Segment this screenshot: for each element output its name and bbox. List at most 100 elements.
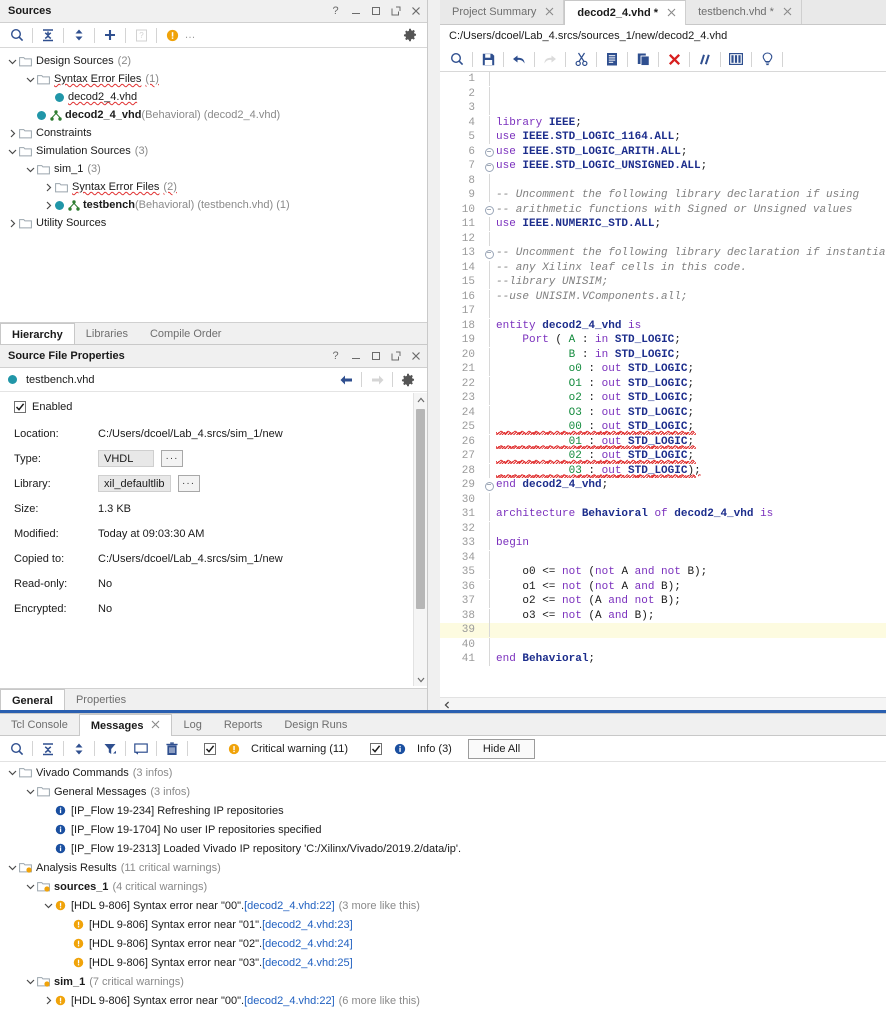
messages-tab[interactable]: Design Runs [273, 714, 358, 735]
code-line[interactable]: -- Uncomment the following library decla… [496, 246, 886, 261]
code-line[interactable]: --library UNISIM; [496, 275, 886, 290]
sources-tree-item[interactable]: sim_1 (3) [0, 160, 427, 178]
twisty-expanded-icon[interactable] [24, 881, 37, 893]
twisty-collapsed-icon[interactable] [42, 199, 55, 211]
code-line[interactable]: 02 : out STD_LOGIC; [496, 449, 886, 464]
code-line[interactable]: o1 <= not (not A and B); [496, 580, 886, 595]
twisty-expanded-icon[interactable] [24, 786, 37, 798]
twisty-expanded-icon[interactable] [24, 163, 37, 175]
editor-tab[interactable]: testbench.vhd * [686, 0, 802, 24]
twisty-collapsed-icon[interactable] [42, 995, 55, 1007]
message-row[interactable]: [IP_Flow 19-234] Refreshing IP repositor… [0, 801, 886, 820]
sources-tree-item[interactable]: Syntax Error Files (1) [0, 70, 427, 88]
property-value-field[interactable]: VHDL [98, 450, 154, 467]
enabled-row[interactable]: Enabled [0, 393, 413, 421]
code-line[interactable] [496, 87, 886, 102]
message-row[interactable]: [IP_Flow 19-2313] Loaded Vivado IP repos… [0, 839, 886, 858]
code-line[interactable] [496, 72, 886, 87]
twisty-collapsed-icon[interactable] [42, 181, 55, 193]
code-area[interactable]: 1 2 3 4 5 6 7 8 9 10 11 12 13 14 15 16 17 18 19 20 21 22 23 24 2… [440, 72, 886, 690]
code-line[interactable] [496, 101, 886, 116]
enabled-checkbox[interactable] [14, 401, 26, 413]
editor-hscrollbar[interactable] [440, 697, 886, 710]
code-line[interactable]: -- arithmetic functions with Signed or U… [496, 203, 886, 218]
minimize-icon[interactable] [350, 351, 361, 362]
code-line[interactable]: o0 : out STD_LOGIC; [496, 362, 886, 377]
scroll-down-arrow-icon[interactable] [414, 673, 427, 686]
hide-all-button[interactable]: Hide All [467, 738, 536, 759]
message-row[interactable]: [HDL 9-806] Syntax error near "00". [dec… [0, 991, 886, 1010]
fold-marker[interactable]: − [482, 478, 496, 493]
messages-tree[interactable]: Vivado Commands (3 infos) General Messages… [0, 763, 886, 1024]
code-line[interactable]: use IEEE.STD_LOGIC_UNSIGNED.ALL; [496, 159, 886, 174]
code-line[interactable]: o3 <= not (A and B); [496, 609, 886, 624]
info-checkbox[interactable] [370, 742, 382, 755]
filter-info[interactable]: Info (3) [370, 742, 452, 755]
minimize-icon[interactable] [350, 6, 361, 17]
columns-icon[interactable] [725, 49, 747, 70]
message-file-link[interactable]: [decod2_4.vhd:22] [244, 900, 335, 912]
fold-marker[interactable]: − [482, 145, 496, 160]
more-icon[interactable]: … [183, 25, 197, 46]
back-arrow-icon[interactable] [335, 369, 357, 390]
scroll-thumb[interactable] [416, 409, 425, 609]
maximize-icon[interactable] [370, 6, 381, 17]
fold-toggle-icon[interactable]: − [484, 148, 494, 157]
message-row[interactable]: [IP_Flow 19-1704] No user IP repositorie… [0, 820, 886, 839]
code-line[interactable]: Port ( A : in STD_LOGIC; [496, 333, 886, 348]
close-icon[interactable] [410, 351, 421, 362]
twisty-expanded-icon[interactable] [24, 976, 37, 988]
messages-tab[interactable]: Messages [78, 714, 173, 736]
wrap-icon[interactable] [130, 738, 152, 759]
code-line[interactable] [496, 638, 886, 653]
code-line[interactable]: o2 <= not (A and not B); [496, 594, 886, 609]
fold-marker[interactable]: − [482, 203, 496, 218]
twisty-expanded-icon[interactable] [6, 862, 19, 874]
comment-icon[interactable] [694, 49, 716, 70]
property-value-field[interactable]: xil_defaultlib [98, 475, 171, 492]
message-row[interactable]: sim_1 (7 critical warnings) [0, 972, 886, 991]
fold-marker[interactable]: − [482, 159, 496, 174]
fold-toggle-icon[interactable]: − [484, 481, 494, 491]
fold-marker[interactable]: − [482, 246, 496, 261]
twisty-expanded-icon[interactable] [42, 900, 55, 912]
help-icon[interactable]: ? [330, 5, 341, 17]
code-line[interactable]: use IEEE.NUMERIC_STD.ALL; [496, 217, 886, 232]
message-file-link[interactable]: [decod2_4.vhd:22] [244, 995, 335, 1007]
code-line[interactable] [496, 493, 886, 508]
code-line[interactable] [496, 551, 886, 566]
properties-scrollbar[interactable] [413, 393, 427, 686]
sources-tree-item[interactable]: Simulation Sources (3) [0, 142, 427, 160]
twisty-expanded-icon[interactable] [6, 55, 19, 67]
expand-all-icon[interactable] [68, 738, 90, 759]
search-icon[interactable] [6, 738, 28, 759]
message-row[interactable]: Vivado Commands (3 infos) [0, 763, 886, 782]
paste-icon[interactable] [632, 49, 654, 70]
sources-tree-item[interactable]: decod2_4.vhd [0, 88, 427, 106]
code-line[interactable]: entity decod2_4_vhd is [496, 319, 886, 334]
tab-properties[interactable]: Properties [65, 689, 137, 710]
code-line[interactable]: 03 : out STD_LOGIC); [496, 464, 886, 478]
code-line[interactable]: -- Uncomment the following library decla… [496, 188, 886, 203]
tab-libraries[interactable]: Libraries [75, 323, 139, 344]
sources-tree-item[interactable]: Constraints [0, 124, 427, 142]
code-line[interactable]: architecture Behavioral of decod2_4_vhd … [496, 507, 886, 522]
message-row[interactable]: [HDL 9-806] Syntax error near "02". [dec… [0, 934, 886, 953]
message-row[interactable]: Analysis Results (11 critical warnings) [0, 858, 886, 877]
float-icon[interactable] [390, 6, 401, 17]
copy-icon[interactable] [601, 49, 623, 70]
code-line[interactable]: --use UNISIM.VComponents.all; [496, 290, 886, 305]
code-line[interactable]: use IEEE.STD_LOGIC_1164.ALL; [496, 130, 886, 145]
fold-toggle-icon[interactable]: − [484, 249, 494, 259]
code-line[interactable] [496, 522, 886, 537]
code-line[interactable]: 00 : out STD_LOGIC; [496, 420, 886, 435]
code-line[interactable]: end Behavioral; [496, 652, 886, 667]
bulb-icon[interactable] [756, 49, 778, 70]
close-icon[interactable] [151, 720, 160, 732]
code-line[interactable] [496, 304, 886, 319]
close-icon[interactable] [667, 6, 676, 20]
collapse-all-icon[interactable] [37, 738, 59, 759]
code-line[interactable]: o0 <= not (not A and not B); [496, 565, 886, 580]
sources-tree-item[interactable]: testbench (Behavioral) (testbench.vhd) (1… [0, 196, 427, 214]
property-browse-button[interactable]: ··· [161, 450, 183, 467]
